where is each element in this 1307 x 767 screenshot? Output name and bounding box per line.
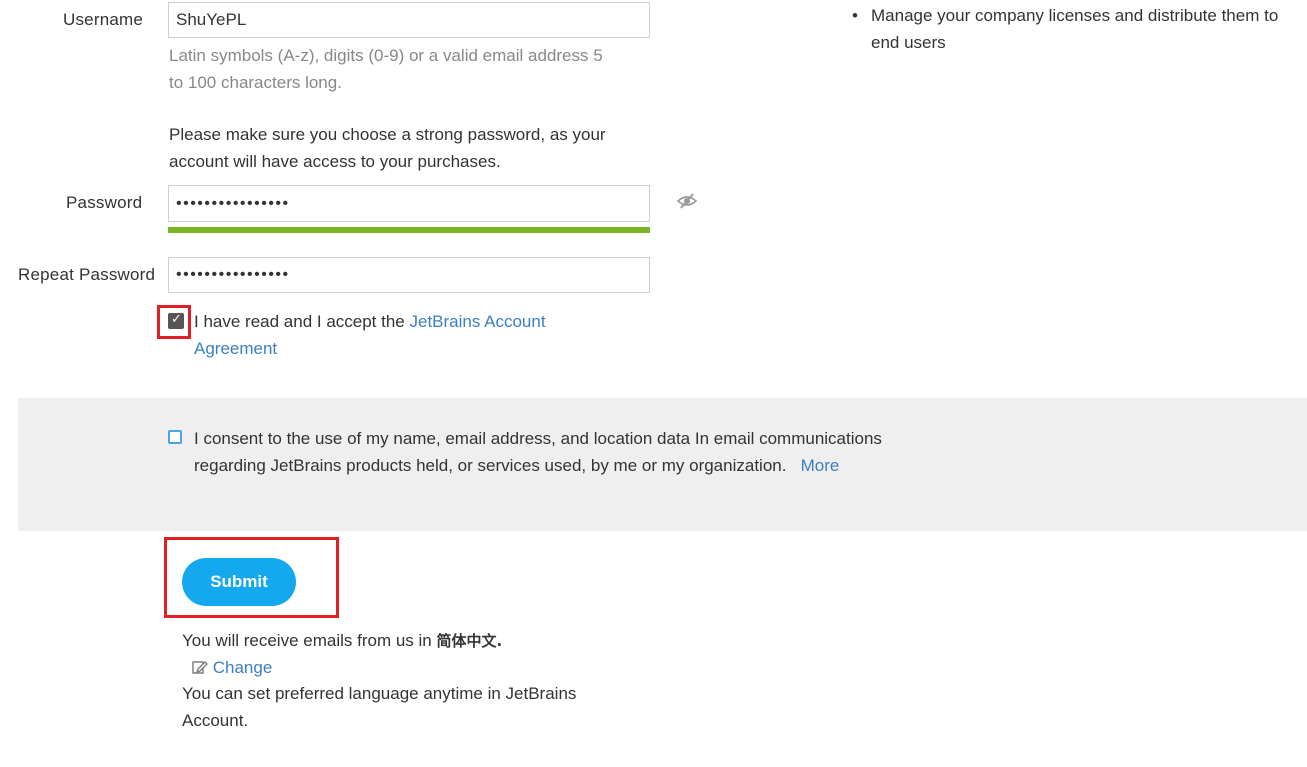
language-line: You will receive emails from us in 简体中文. bbox=[182, 627, 502, 655]
language-value: 简体中文. bbox=[436, 632, 503, 650]
agreement-checkbox[interactable]: ✓ bbox=[168, 311, 184, 329]
bullet-icon: • bbox=[852, 6, 858, 25]
edit-icon bbox=[192, 655, 208, 674]
language-prefix: You will receive emails from us in bbox=[182, 631, 437, 650]
agreement-link[interactable]: JetBrains Account bbox=[409, 312, 545, 331]
agreement-text: I have read and I accept the JetBrains A… bbox=[194, 308, 614, 362]
consent-checkbox[interactable] bbox=[168, 430, 182, 444]
agreement-link-continued[interactable]: Agreement bbox=[194, 339, 277, 358]
submit-button[interactable]: Submit bbox=[182, 558, 296, 606]
language-note: You can set preferred language anytime i… bbox=[182, 684, 577, 730]
password-notice: Please make sure you choose a strong pas… bbox=[169, 125, 606, 171]
benefits-list: • Manage your company licenses and distr… bbox=[850, 2, 1280, 56]
checkmark-icon: ✓ bbox=[171, 311, 182, 326]
password-label: Password bbox=[66, 193, 143, 212]
repeat-password-field[interactable]: •••••••••••••••• bbox=[168, 257, 650, 293]
repeat-password-label: Repeat Password bbox=[18, 265, 156, 284]
benefit-item: • Manage your company licenses and distr… bbox=[850, 2, 1280, 56]
benefit-text: Manage your company licenses and distrib… bbox=[871, 6, 1279, 52]
username-label: Username bbox=[63, 10, 144, 29]
password-strength-fill bbox=[168, 227, 650, 233]
repeat-password-value: •••••••••••••••• bbox=[176, 266, 290, 283]
language-change-link[interactable]: Change bbox=[192, 654, 272, 681]
consent-text: I consent to the use of my name, email a… bbox=[194, 425, 884, 479]
change-link-label[interactable]: Change bbox=[213, 658, 273, 677]
consent-more-link[interactable]: More bbox=[801, 456, 840, 475]
username-hint: Latin symbols (A-z), digits (0-9) or a v… bbox=[169, 46, 603, 92]
username-value: ShuYePL bbox=[176, 10, 247, 29]
password-value: •••••••••••••••• bbox=[176, 194, 290, 212]
consent-label: I consent to the use of my name, email a… bbox=[194, 429, 882, 475]
agreement-label: I have read and I accept the bbox=[194, 312, 410, 331]
username-field[interactable]: ShuYePL bbox=[168, 2, 650, 38]
eye-slash-icon[interactable] bbox=[676, 192, 698, 210]
password-strength-bar bbox=[168, 227, 650, 233]
password-field[interactable]: •••••••••••••••• bbox=[168, 185, 650, 222]
